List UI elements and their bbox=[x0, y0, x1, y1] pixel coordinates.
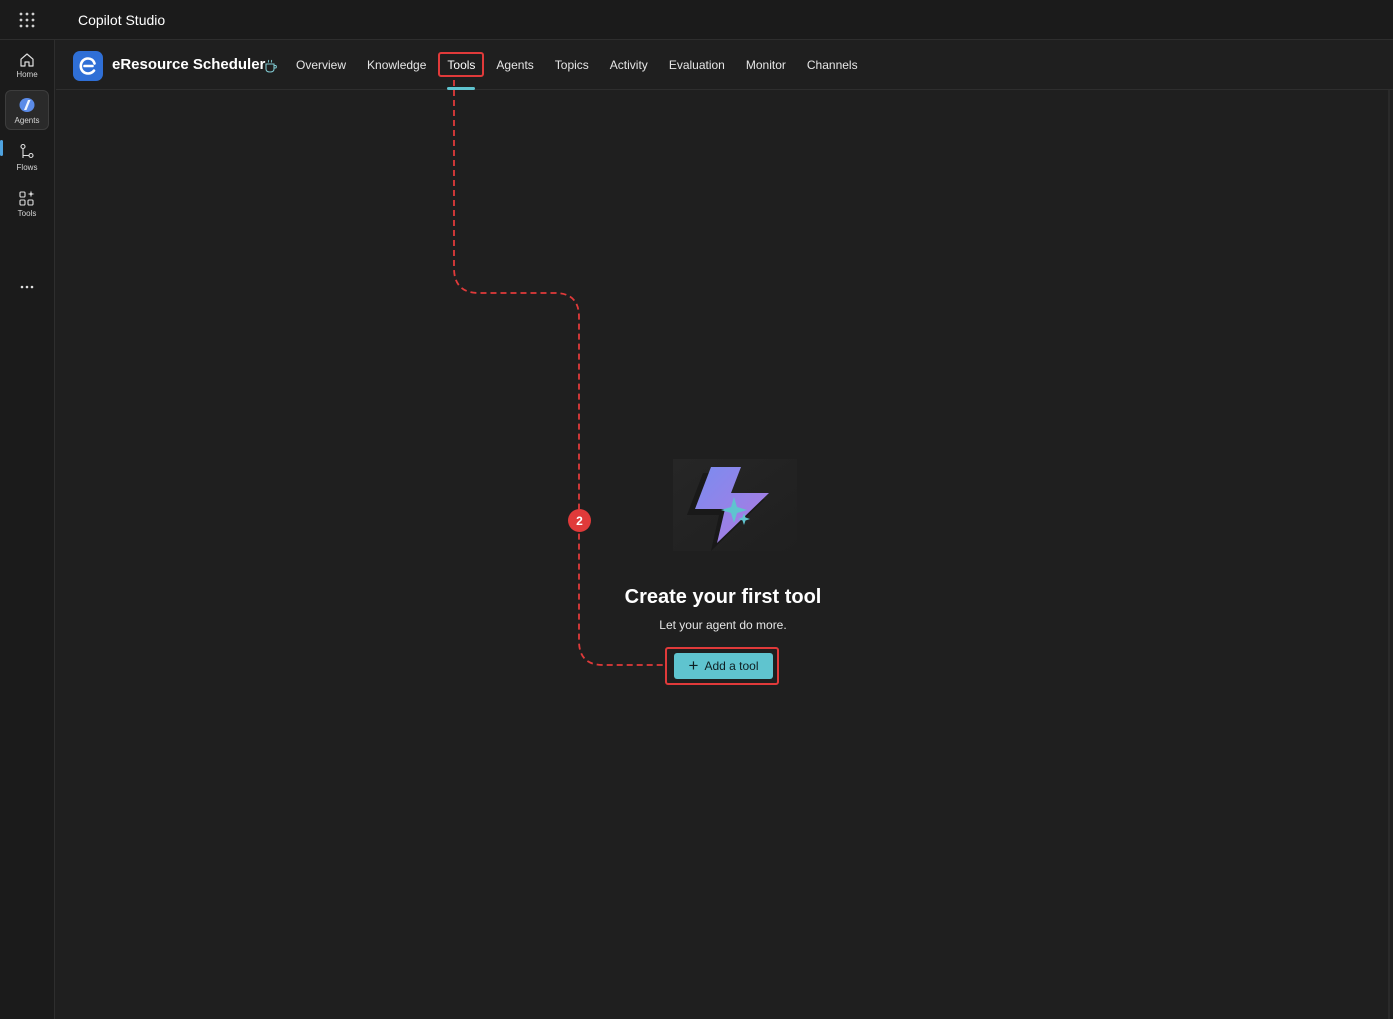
active-tab-underline bbox=[447, 87, 476, 90]
tab-label: Topics bbox=[554, 58, 589, 72]
tab-channels[interactable]: Channels bbox=[797, 40, 868, 90]
rail-item-label: Tools bbox=[17, 208, 37, 218]
rail-item-label: Flows bbox=[16, 162, 38, 172]
tab-monitor[interactable]: Monitor bbox=[736, 40, 796, 90]
tab-label: Activity bbox=[609, 58, 648, 72]
flows-icon bbox=[20, 143, 34, 158]
empty-state-title: Create your first tool bbox=[624, 586, 822, 608]
more-icon bbox=[20, 285, 34, 289]
more-button[interactable] bbox=[14, 278, 40, 296]
app-launcher-icon[interactable] bbox=[18, 11, 36, 29]
rail-item-flows[interactable]: Flows bbox=[5, 137, 49, 177]
app-title[interactable]: Copilot Studio bbox=[78, 12, 165, 28]
tab-topics[interactable]: Topics bbox=[545, 40, 599, 90]
tab-label: Knowledge bbox=[367, 58, 427, 72]
empty-state-subtitle: Let your agent do more. bbox=[659, 618, 787, 632]
tab-highlight-box bbox=[438, 52, 485, 77]
agent-logo bbox=[73, 51, 103, 81]
tab-overview[interactable]: Overview bbox=[286, 40, 356, 90]
agent-header: eResource Scheduler Overview Knowledge T… bbox=[56, 40, 1393, 90]
agent-logo-icon bbox=[79, 57, 96, 75]
top-bar: Copilot Studio bbox=[0, 0, 1393, 40]
active-nav-indicator bbox=[0, 140, 3, 156]
tab-agents[interactable]: Agents bbox=[486, 40, 543, 90]
tab-evaluation[interactable]: Evaluation bbox=[659, 40, 735, 90]
rail-item-home[interactable]: Home bbox=[5, 45, 49, 85]
tab-activity[interactable]: Activity bbox=[600, 40, 658, 90]
add-tool-label: Add a tool bbox=[704, 659, 759, 673]
tools-icon bbox=[19, 190, 35, 206]
rail-item-label: Home bbox=[16, 69, 38, 79]
rail-item-tools[interactable]: Tools bbox=[5, 183, 49, 223]
agent-publish-status-icon[interactable] bbox=[263, 58, 279, 74]
tab-label: Evaluation bbox=[668, 58, 725, 72]
tab-tools[interactable]: Tools bbox=[437, 40, 485, 90]
step-badge: 2 bbox=[568, 509, 591, 532]
agent-tabs: Overview Knowledge Tools Agents Topics A… bbox=[286, 40, 869, 90]
plus-icon: + bbox=[688, 655, 699, 675]
rail-item-agents[interactable]: Agents bbox=[5, 90, 49, 130]
tab-label: Agents bbox=[496, 58, 534, 72]
home-icon bbox=[20, 52, 34, 67]
add-tool-button[interactable]: + Add a tool bbox=[674, 653, 773, 679]
agent-name: eResource Scheduler bbox=[112, 56, 266, 73]
agents-icon bbox=[19, 97, 35, 112]
scrollbar-track[interactable] bbox=[1388, 90, 1390, 1019]
tab-label: Channels bbox=[806, 58, 858, 72]
rail-item-label: Agents bbox=[14, 115, 40, 125]
lightning-sparkle-icon bbox=[673, 459, 797, 551]
tab-knowledge[interactable]: Knowledge bbox=[357, 40, 436, 90]
tab-label: Monitor bbox=[745, 58, 786, 72]
tab-label: Overview bbox=[296, 58, 347, 72]
left-nav-rail: Home Agents Flows Tools bbox=[0, 40, 55, 1019]
